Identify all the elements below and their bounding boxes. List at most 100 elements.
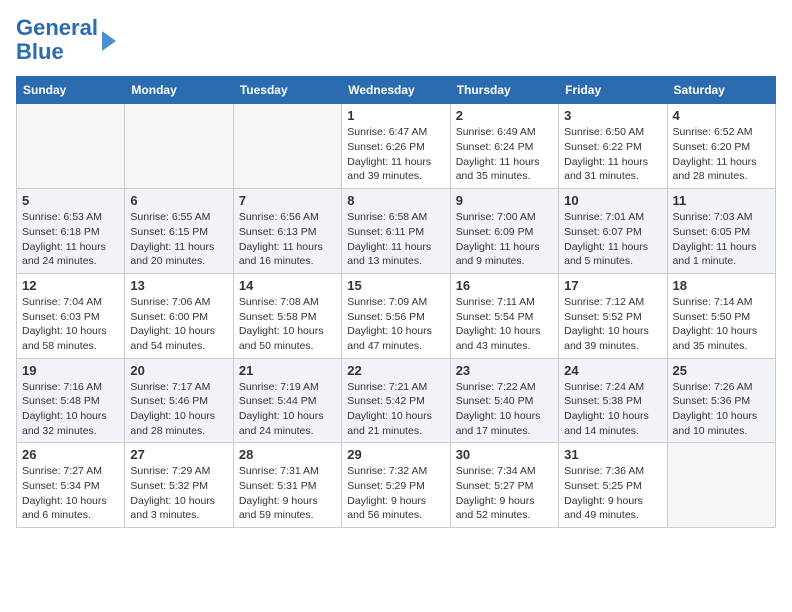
- calendar-day-6: 6Sunrise: 6:55 AM Sunset: 6:15 PM Daylig…: [125, 189, 233, 274]
- calendar-header-friday: Friday: [559, 77, 667, 104]
- day-info: Sunrise: 7:34 AM Sunset: 5:27 PM Dayligh…: [456, 464, 553, 523]
- day-info: Sunrise: 7:24 AM Sunset: 5:38 PM Dayligh…: [564, 380, 661, 439]
- calendar-day-18: 18 Sunrise: 7:14 AM Sunset: 5:50 PM Dayli…: [667, 273, 775, 358]
- calendar-day-19: 19Sunrise: 7:16 AM Sunset: 5:48 PM Dayli…: [17, 358, 125, 443]
- calendar-header-sunday: Sunday: [17, 77, 125, 104]
- day-number: 11: [673, 193, 770, 208]
- calendar-day-27: 27 Sunrise: 7:29 AM Sunset: 5:32 PM Dayli…: [125, 443, 233, 528]
- day-info: Sunrise: 7:14 AM Sunset: 5:50 PM Dayligh…: [673, 295, 770, 354]
- calendar-day-21: 21 Sunrise: 7:19 AM Sunset: 5:44 PM Dayli…: [233, 358, 341, 443]
- day-number: 18: [673, 278, 770, 293]
- day-info: Sunrise: 7:11 AM Sunset: 5:54 PM Dayligh…: [456, 295, 553, 354]
- calendar-day-30: 30 Sunrise: 7:34 AM Sunset: 5:27 PM Dayli…: [450, 443, 558, 528]
- day-number: 14: [239, 278, 336, 293]
- calendar-day-4: 4 Sunrise: 6:52 AM Sunset: 6:20 PM Daylig…: [667, 104, 775, 189]
- day-number: 16: [456, 278, 553, 293]
- calendar-day-5: 5Sunrise: 6:53 AM Sunset: 6:18 PM Daylig…: [17, 189, 125, 274]
- day-info: Sunrise: 7:26 AM Sunset: 5:36 PM Dayligh…: [673, 380, 770, 439]
- day-number: 28: [239, 447, 336, 462]
- day-number: 24: [564, 363, 661, 378]
- logo: GeneralBlue: [16, 16, 116, 64]
- day-info: Sunrise: 6:50 AM Sunset: 6:22 PM Dayligh…: [564, 125, 661, 184]
- calendar-day-8: 8Sunrise: 6:58 AM Sunset: 6:11 PM Daylig…: [342, 189, 450, 274]
- calendar-week-3: 12 Sunrise: 7:04 AM Sunset: 6:03 PM Dayli…: [17, 273, 776, 358]
- calendar-day-7: 7Sunrise: 6:56 AM Sunset: 6:13 PM Daylig…: [233, 189, 341, 274]
- calendar-header-thursday: Thursday: [450, 77, 558, 104]
- logo-arrow-icon: [102, 31, 116, 51]
- day-number: 13: [130, 278, 227, 293]
- calendar-table: SundayMondayTuesdayWednesdayThursdayFrid…: [16, 76, 776, 528]
- day-number: 2: [456, 108, 553, 123]
- calendar-day-24: 24 Sunrise: 7:24 AM Sunset: 5:38 PM Dayli…: [559, 358, 667, 443]
- day-info: Sunrise: 7:29 AM Sunset: 5:32 PM Dayligh…: [130, 464, 227, 523]
- day-info: Sunrise: 7:21 AM Sunset: 5:42 PM Dayligh…: [347, 380, 444, 439]
- calendar-day-15: 15Sunrise: 7:09 AM Sunset: 5:56 PM Dayli…: [342, 273, 450, 358]
- day-info: Sunrise: 7:22 AM Sunset: 5:40 PM Dayligh…: [456, 380, 553, 439]
- day-info: Sunrise: 7:03 AM Sunset: 6:05 PM Dayligh…: [673, 210, 770, 269]
- calendar-day-29: 29 Sunrise: 7:32 AM Sunset: 5:29 PM Dayli…: [342, 443, 450, 528]
- day-number: 1: [347, 108, 444, 123]
- day-number: 27: [130, 447, 227, 462]
- calendar-week-4: 19Sunrise: 7:16 AM Sunset: 5:48 PM Dayli…: [17, 358, 776, 443]
- calendar-day-31: 31 Sunrise: 7:36 AM Sunset: 5:25 PM Dayli…: [559, 443, 667, 528]
- day-number: 26: [22, 447, 119, 462]
- calendar-header-wednesday: Wednesday: [342, 77, 450, 104]
- calendar-header-row: SundayMondayTuesdayWednesdayThursdayFrid…: [17, 77, 776, 104]
- day-info: Sunrise: 6:53 AM Sunset: 6:18 PM Dayligh…: [22, 210, 119, 269]
- calendar-header-monday: Monday: [125, 77, 233, 104]
- calendar-day-9: 9Sunrise: 7:00 AM Sunset: 6:09 PM Daylig…: [450, 189, 558, 274]
- day-number: 30: [456, 447, 553, 462]
- calendar-day-26: 26Sunrise: 7:27 AM Sunset: 5:34 PM Dayli…: [17, 443, 125, 528]
- calendar-day-14: 14 Sunrise: 7:08 AM Sunset: 5:58 PM Dayli…: [233, 273, 341, 358]
- day-number: 4: [673, 108, 770, 123]
- day-info: Sunrise: 7:09 AM Sunset: 5:56 PM Dayligh…: [347, 295, 444, 354]
- calendar-empty-cell: [233, 104, 341, 189]
- day-number: 10: [564, 193, 661, 208]
- day-number: 25: [673, 363, 770, 378]
- day-info: Sunrise: 7:08 AM Sunset: 5:58 PM Dayligh…: [239, 295, 336, 354]
- day-info: Sunrise: 7:19 AM Sunset: 5:44 PM Dayligh…: [239, 380, 336, 439]
- calendar-empty-cell: [667, 443, 775, 528]
- day-info: Sunrise: 7:04 AM Sunset: 6:03 PM Dayligh…: [22, 295, 119, 354]
- day-info: Sunrise: 7:36 AM Sunset: 5:25 PM Dayligh…: [564, 464, 661, 523]
- day-number: 31: [564, 447, 661, 462]
- day-info: Sunrise: 7:32 AM Sunset: 5:29 PM Dayligh…: [347, 464, 444, 523]
- day-info: Sunrise: 6:52 AM Sunset: 6:20 PM Dayligh…: [673, 125, 770, 184]
- day-number: 17: [564, 278, 661, 293]
- day-number: 23: [456, 363, 553, 378]
- day-number: 7: [239, 193, 336, 208]
- day-info: Sunrise: 7:31 AM Sunset: 5:31 PM Dayligh…: [239, 464, 336, 523]
- day-info: Sunrise: 7:06 AM Sunset: 6:00 PM Dayligh…: [130, 295, 227, 354]
- day-info: Sunrise: 7:00 AM Sunset: 6:09 PM Dayligh…: [456, 210, 553, 269]
- calendar-week-2: 5Sunrise: 6:53 AM Sunset: 6:18 PM Daylig…: [17, 189, 776, 274]
- day-info: Sunrise: 7:16 AM Sunset: 5:48 PM Dayligh…: [22, 380, 119, 439]
- day-number: 3: [564, 108, 661, 123]
- day-number: 6: [130, 193, 227, 208]
- day-info: Sunrise: 7:17 AM Sunset: 5:46 PM Dayligh…: [130, 380, 227, 439]
- day-number: 21: [239, 363, 336, 378]
- calendar-day-28: 28 Sunrise: 7:31 AM Sunset: 5:31 PM Dayli…: [233, 443, 341, 528]
- day-info: Sunrise: 6:47 AM Sunset: 6:26 PM Dayligh…: [347, 125, 444, 184]
- calendar-header-saturday: Saturday: [667, 77, 775, 104]
- calendar-day-22: 22Sunrise: 7:21 AM Sunset: 5:42 PM Dayli…: [342, 358, 450, 443]
- calendar-day-25: 25 Sunrise: 7:26 AM Sunset: 5:36 PM Dayli…: [667, 358, 775, 443]
- calendar-day-1: 1 Sunrise: 6:47 AM Sunset: 6:26 PM Daylig…: [342, 104, 450, 189]
- calendar-empty-cell: [125, 104, 233, 189]
- calendar-header-tuesday: Tuesday: [233, 77, 341, 104]
- calendar-day-11: 11 Sunrise: 7:03 AM Sunset: 6:05 PM Dayli…: [667, 189, 775, 274]
- calendar-week-1: 1 Sunrise: 6:47 AM Sunset: 6:26 PM Daylig…: [17, 104, 776, 189]
- calendar-day-12: 12 Sunrise: 7:04 AM Sunset: 6:03 PM Dayli…: [17, 273, 125, 358]
- calendar-day-10: 10 Sunrise: 7:01 AM Sunset: 6:07 PM Dayli…: [559, 189, 667, 274]
- calendar-day-2: 2Sunrise: 6:49 AM Sunset: 6:24 PM Daylig…: [450, 104, 558, 189]
- calendar-day-20: 20 Sunrise: 7:17 AM Sunset: 5:46 PM Dayli…: [125, 358, 233, 443]
- day-number: 12: [22, 278, 119, 293]
- calendar-day-13: 13 Sunrise: 7:06 AM Sunset: 6:00 PM Dayli…: [125, 273, 233, 358]
- day-info: Sunrise: 7:12 AM Sunset: 5:52 PM Dayligh…: [564, 295, 661, 354]
- page-header: GeneralBlue: [16, 16, 776, 64]
- day-number: 20: [130, 363, 227, 378]
- day-number: 8: [347, 193, 444, 208]
- day-info: Sunrise: 7:01 AM Sunset: 6:07 PM Dayligh…: [564, 210, 661, 269]
- calendar-week-5: 26Sunrise: 7:27 AM Sunset: 5:34 PM Dayli…: [17, 443, 776, 528]
- day-number: 29: [347, 447, 444, 462]
- calendar-day-3: 3 Sunrise: 6:50 AM Sunset: 6:22 PM Daylig…: [559, 104, 667, 189]
